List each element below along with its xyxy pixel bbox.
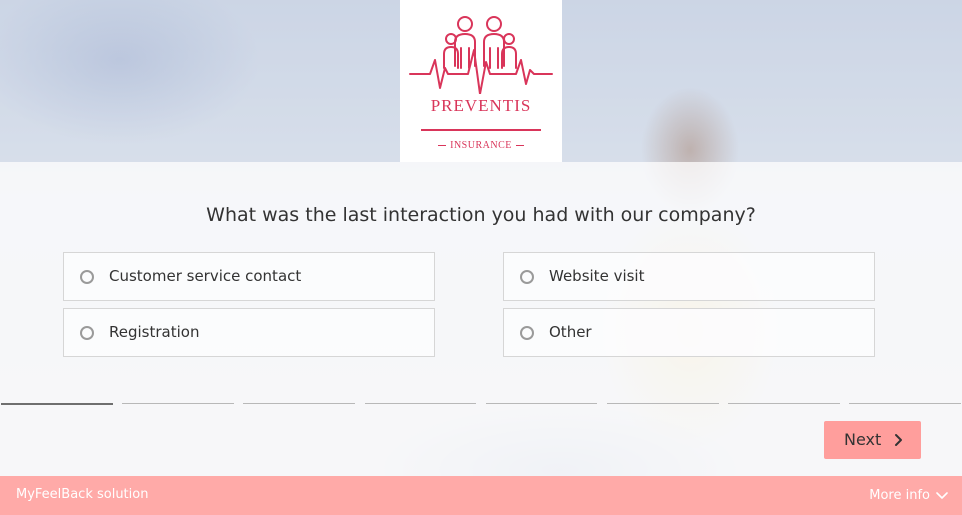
logo-tagline: INSURANCE (400, 140, 562, 151)
logo-divider (421, 129, 541, 131)
option-other[interactable]: Other (503, 308, 875, 357)
more-info-link[interactable]: More info (869, 488, 948, 503)
progress-segment-done (1, 403, 113, 405)
progress-segment (122, 403, 234, 404)
option-label: Registration (109, 323, 200, 341)
progress-segment (607, 403, 719, 404)
progress-segment (728, 403, 840, 404)
more-info-label: More info (869, 488, 930, 503)
next-button-label: Next (844, 430, 882, 449)
family-heartbeat-logo-icon (409, 16, 553, 94)
option-registration[interactable]: Registration (63, 308, 435, 357)
option-customer-service-contact[interactable]: Customer service contact (63, 252, 435, 301)
radio-icon[interactable] (520, 326, 534, 340)
radio-icon[interactable] (80, 270, 94, 284)
progress-segment (243, 403, 355, 404)
radio-icon[interactable] (520, 270, 534, 284)
survey-question: What was the last interaction you had wi… (206, 204, 756, 226)
option-website-visit[interactable]: Website visit (503, 252, 875, 301)
chevron-down-icon (936, 491, 948, 499)
chevron-right-icon (895, 434, 902, 446)
radio-icon[interactable] (80, 326, 94, 340)
logo-wordmark: PREVENTIS (430, 96, 532, 115)
footer-bar: MyFeelBack solution More info (0, 476, 962, 515)
next-button[interactable]: Next (824, 421, 921, 459)
option-label: Website visit (549, 267, 645, 285)
solution-credit: MyFeelBack solution (16, 487, 149, 502)
company-logo: PREVENTIS INSURANCE (400, 0, 562, 162)
option-label: Customer service contact (109, 267, 302, 285)
progress-segment (486, 403, 597, 404)
progress-segment (849, 403, 961, 404)
progress-bar (0, 403, 962, 406)
option-label: Other (549, 323, 592, 341)
progress-segment (365, 403, 476, 404)
